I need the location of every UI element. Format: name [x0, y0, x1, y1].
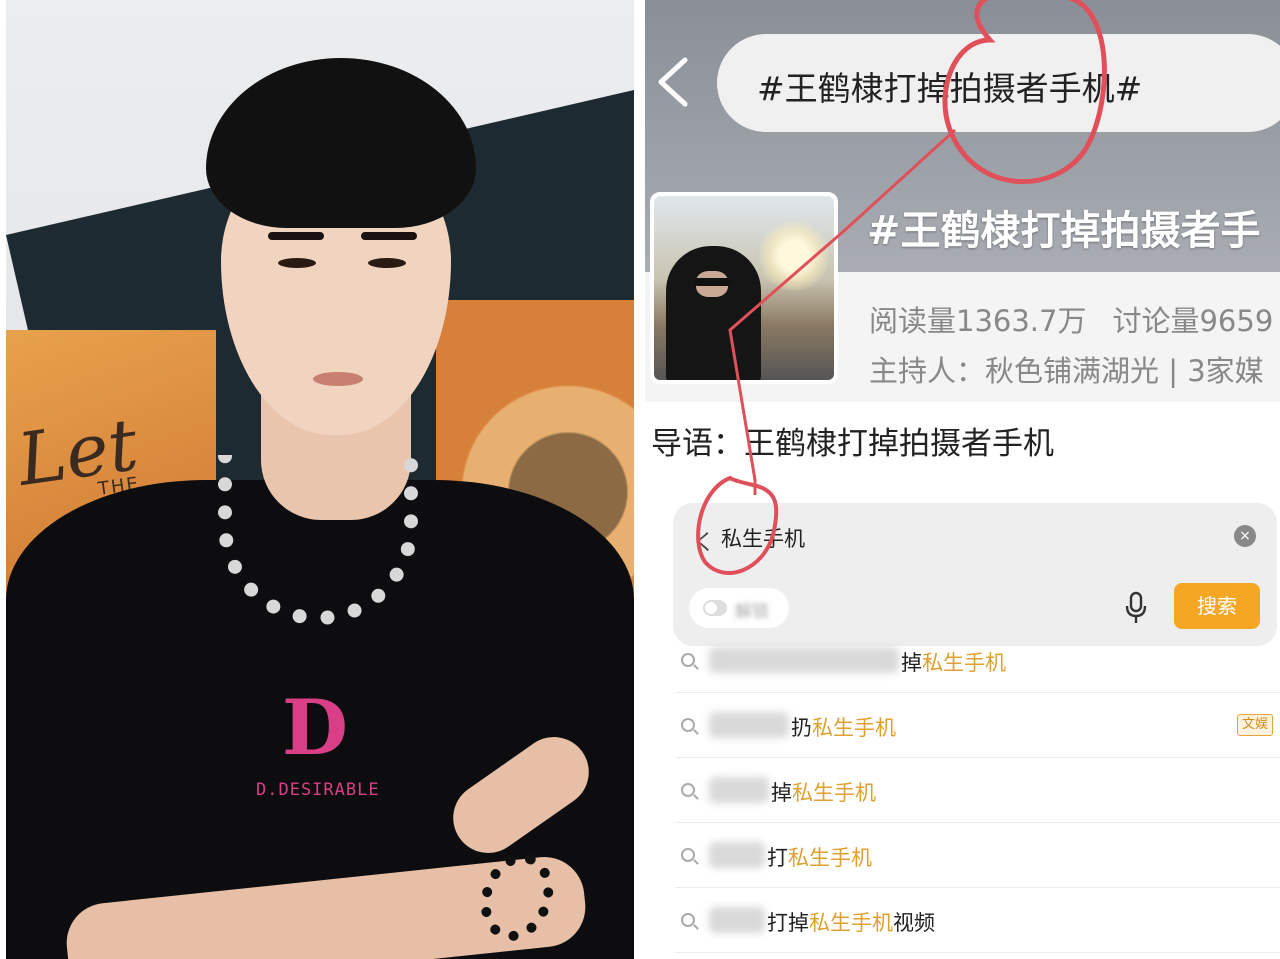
lips [313, 372, 363, 386]
search-icon [681, 653, 695, 667]
suggestion-highlight: 私生手机 [788, 846, 872, 870]
weibo-topic-screenshot: #王鹤棣打掉拍摄者手机# #王鹤棣打掉拍摄者手 阅读量1363.7万 讨论量965… [645, 0, 1280, 959]
search-icon [681, 783, 695, 797]
shirt-logo-letter: D [282, 683, 348, 772]
suggestion-highlight: 私生手机 [792, 781, 876, 805]
suggestion-item[interactable]: 打私生手机 [675, 823, 1280, 888]
suggestion-prefix: 打掉 [767, 911, 809, 935]
left-eyebrow [268, 232, 324, 240]
suggestion-item[interactable]: 扔私生手机 文娱 [675, 693, 1280, 758]
search-panel: く 私生手机 × 解锁 搜索 [673, 503, 1277, 646]
category-badge: 文娱 [1237, 714, 1273, 736]
search-input[interactable]: 私生手机 [721, 523, 805, 553]
toggle-switch-icon [703, 600, 727, 616]
search-button[interactable]: 搜索 [1174, 583, 1260, 629]
topic-stats: 阅读量1363.7万 讨论量9659 [869, 298, 1273, 340]
suggestion-prefix: 打 [767, 846, 788, 870]
suggestion-suffix: 视频 [893, 911, 935, 935]
celebrity-photo: Let THE D D.DESIRABLE [6, 0, 634, 959]
topic-cover-image[interactable] [650, 192, 838, 384]
suggestion-text: 扔私生手机 [791, 712, 896, 742]
suggestion-highlight: 私生手机 [809, 911, 893, 935]
hair [206, 58, 476, 228]
suggestion-prefix: 扔 [791, 716, 812, 740]
back-button[interactable] [653, 52, 693, 112]
unlock-toggle[interactable]: 解锁 [689, 588, 789, 628]
suggestion-prefix: 掉 [771, 781, 792, 805]
suggestion-highlight: 私生手机 [922, 651, 1006, 675]
sun-glare [759, 221, 829, 291]
discussion-count: 讨论量9659 [1112, 304, 1274, 338]
suggestion-item[interactable]: 打掉私生手机视频 [675, 888, 1280, 953]
blurred-text [709, 712, 789, 738]
suggestion-text: 掉私生手机 [901, 647, 1006, 677]
search-icon [681, 913, 695, 927]
hooded-figure [666, 246, 761, 380]
suggestion-prefix: 掉 [901, 651, 922, 675]
sunglasses [694, 278, 732, 286]
suggestion-item[interactable]: 掉私生手机 [675, 758, 1280, 823]
microphone-icon[interactable] [1123, 591, 1149, 625]
search-icon [681, 848, 695, 862]
read-count: 阅读量1363.7万 [869, 304, 1087, 338]
blurred-text [709, 842, 765, 868]
suggestion-highlight: 私生手机 [812, 716, 896, 740]
suggestion-text: 掉私生手机 [771, 777, 876, 807]
topic-search-text: #王鹤棣打掉拍摄者手机# [757, 69, 1143, 108]
right-eyebrow [361, 232, 417, 240]
topic-host[interactable]: 主持人：秋色铺满湖光 | 3家媒 [869, 348, 1264, 390]
toggle-label: 解锁 [735, 602, 769, 622]
right-eye [368, 258, 406, 268]
search-back-icon[interactable]: く [693, 525, 715, 557]
blurred-text [709, 907, 765, 933]
suggestion-text: 打掉私生手机视频 [767, 907, 935, 937]
suggestion-text: 打私生手机 [767, 842, 872, 872]
shirt-logo-text: D.DESIRABLE [256, 780, 380, 800]
topic-title: #王鹤棣打掉拍摄者手 [867, 208, 1261, 254]
suggestion-list: 掉私生手机 扔私生手机 文娱 掉私生手机 打私生手机 打掉私生手机视频 [675, 628, 1280, 953]
search-icon [681, 718, 695, 732]
blurred-text [709, 647, 899, 673]
blurred-text [709, 777, 769, 803]
left-eye [278, 258, 316, 268]
clear-icon[interactable]: × [1234, 525, 1256, 547]
chevron-left-icon [658, 57, 688, 107]
topic-search-bar[interactable]: #王鹤棣打掉拍摄者手机# [717, 34, 1280, 132]
suggestion-item[interactable]: 掉私生手机 [675, 628, 1280, 693]
topic-guide: 导语：王鹤棣打掉拍摄者手机 [651, 426, 1054, 462]
